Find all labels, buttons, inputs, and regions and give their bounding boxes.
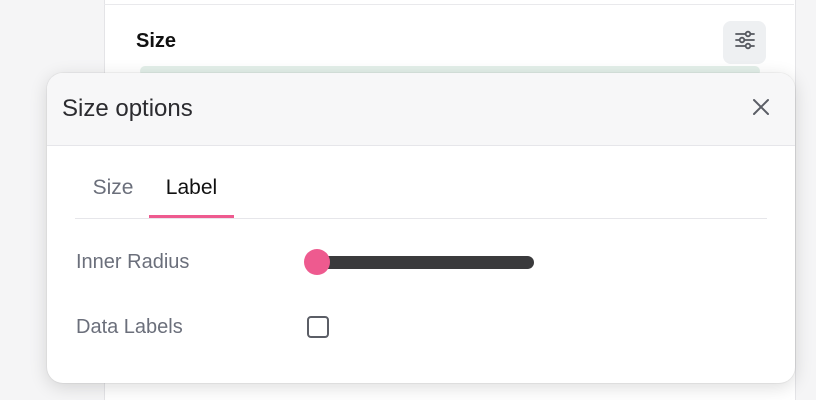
inner-radius-label: Inner Radius [76,251,190,273]
tab-size[interactable]: Size [75,173,151,218]
slider-track [312,256,534,269]
data-labels-label: Data Labels [76,316,183,338]
data-labels-checkbox[interactable] [307,316,329,338]
close-icon [751,97,771,122]
slider-thumb[interactable] [304,249,330,275]
section-title: Size [136,30,177,52]
dialog-header: Size options [47,73,795,146]
tab-bar: Size Label [75,173,767,219]
divider [104,4,794,5]
close-button[interactable] [749,97,773,121]
tab-label[interactable]: Label [149,173,234,218]
inner-radius-slider[interactable] [304,249,536,275]
settings-button[interactable] [723,21,766,64]
dialog-title: Size options [62,95,193,122]
sliders-icon [733,28,757,57]
size-options-dialog: Size options Size Label Inner Radius Dat… [47,73,795,383]
